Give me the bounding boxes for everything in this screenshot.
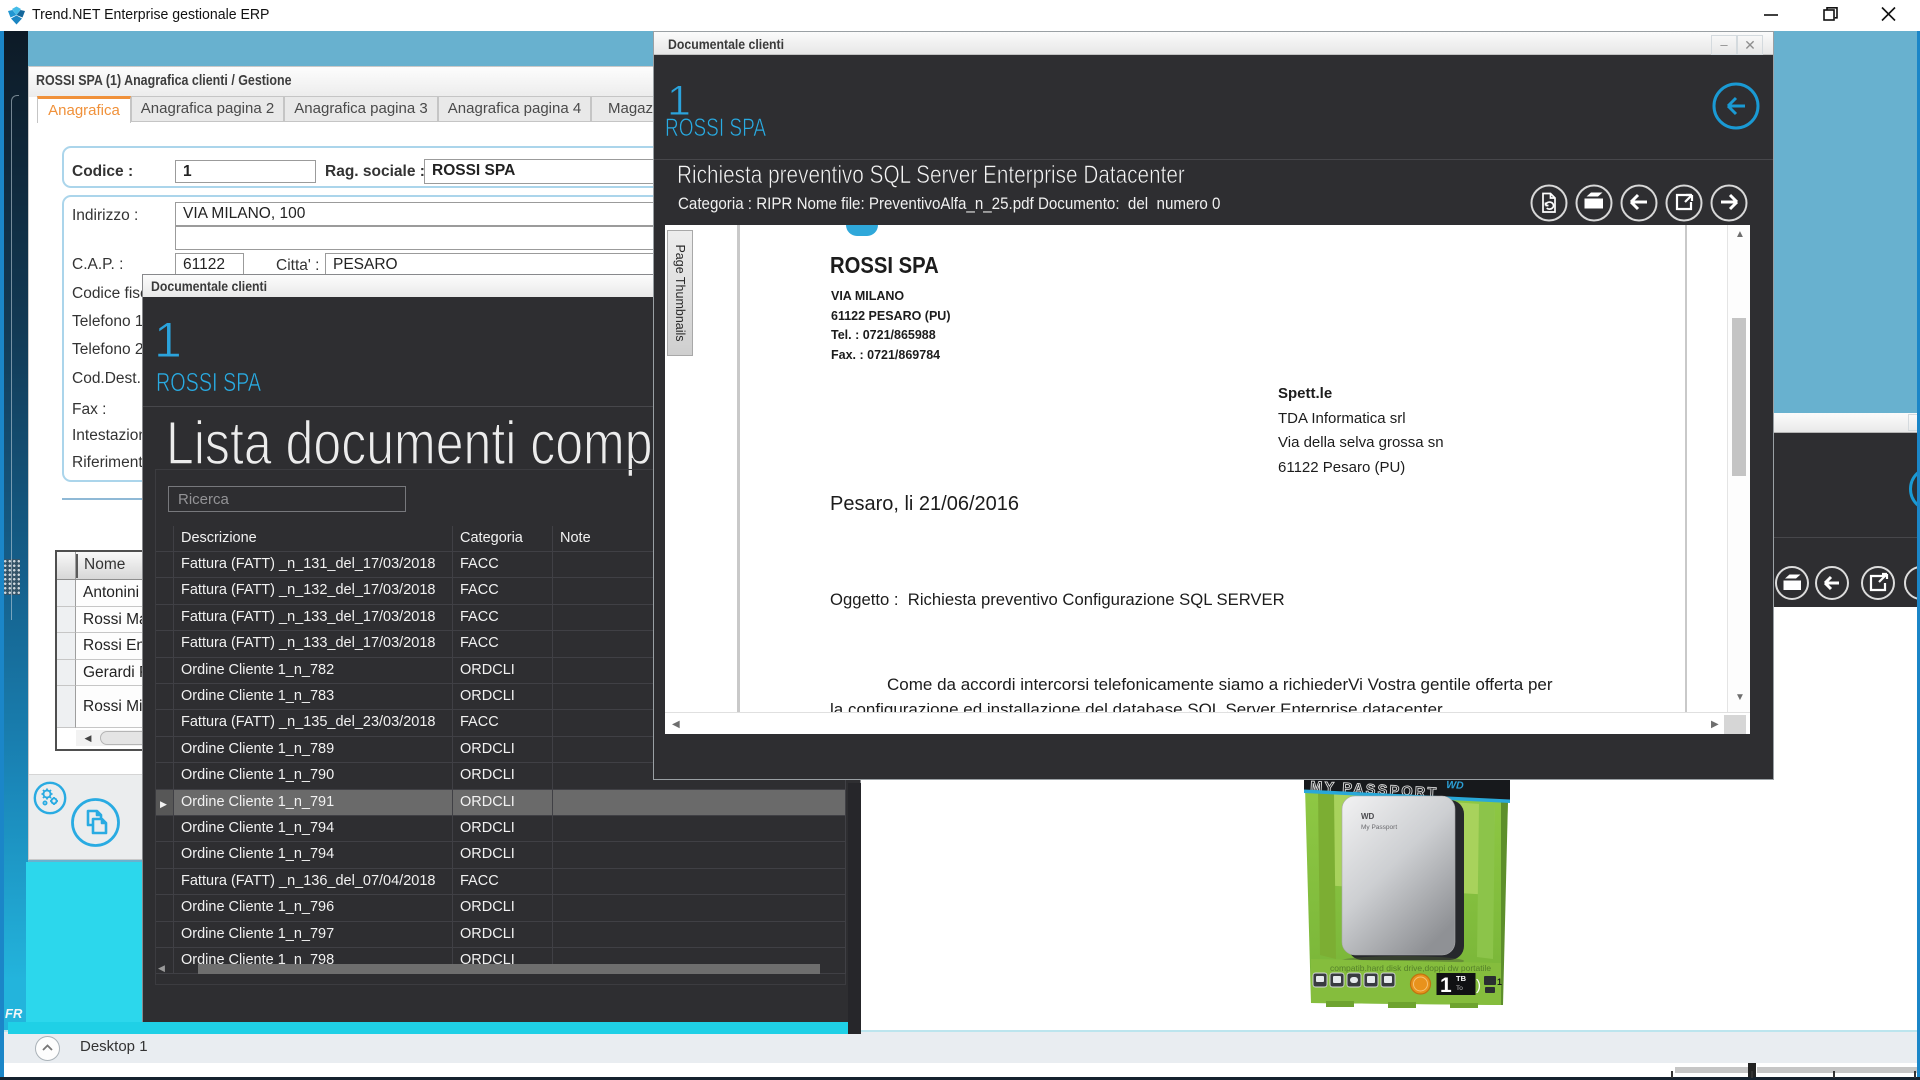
svg-text:WD: WD [1446,779,1465,792]
svg-text:1: 1 [1497,977,1502,987]
svg-text:1: 1 [1440,974,1452,997]
svg-text:): ) [1476,977,1481,994]
svg-text:WD: WD [1361,812,1375,821]
svg-text:To: To [1456,985,1463,992]
svg-text:TB: TB [1456,974,1467,983]
svg-text:compatib.hard disk drive,doppi: compatib.hard disk drive,doppi dw portat… [1330,963,1491,973]
svg-text:My Passport: My Passport [1361,824,1397,831]
